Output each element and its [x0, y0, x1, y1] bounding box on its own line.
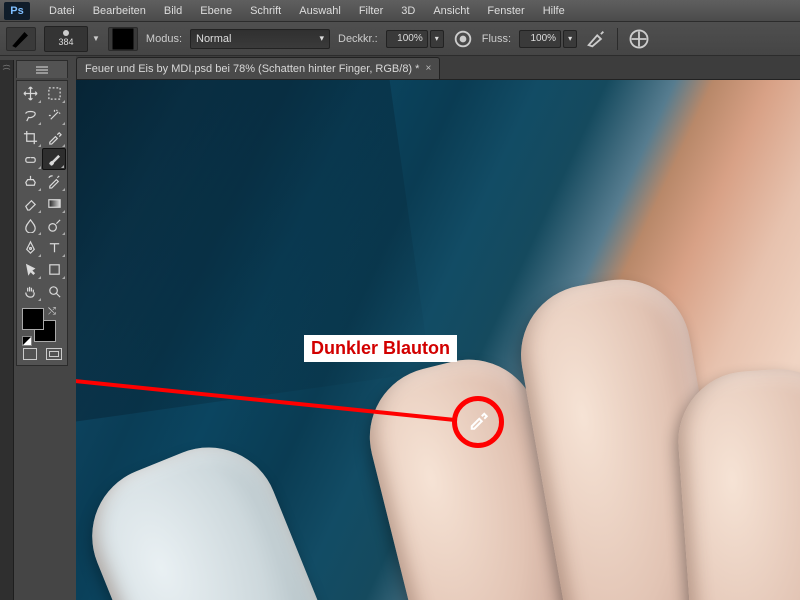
crop-tool[interactable] — [18, 126, 42, 148]
zoom-tool[interactable] — [42, 280, 66, 302]
history-brush-tool[interactable] — [42, 170, 66, 192]
pressure-size-icon[interactable] — [628, 29, 650, 49]
opacity-dropdown[interactable]: ▾ — [430, 30, 444, 48]
close-icon[interactable]: × — [425, 63, 431, 74]
brush-panel-toggle[interactable] — [108, 27, 138, 51]
screen-mode-toggle[interactable] — [46, 348, 62, 360]
menu-help[interactable]: Hilfe — [534, 5, 574, 17]
menu-file[interactable]: Datei — [40, 5, 84, 17]
menu-layer[interactable]: Ebene — [191, 5, 241, 17]
brush-preset-picker[interactable]: 384 — [44, 26, 88, 52]
eyedropper-tool[interactable] — [42, 126, 66, 148]
app-logo: Ps — [4, 2, 30, 20]
image-content — [674, 365, 800, 600]
menu-bar: Ps Datei Bearbeiten Bild Ebene Schrift A… — [0, 0, 800, 22]
pressure-opacity-icon[interactable] — [452, 29, 474, 49]
marquee-tool[interactable] — [42, 82, 66, 104]
gradient-tool[interactable] — [42, 192, 66, 214]
canvas[interactable]: Dunkler Blauton — [76, 80, 800, 600]
brush-tool[interactable] — [42, 148, 66, 170]
pen-tool[interactable] — [18, 236, 42, 258]
tool-panel-grip[interactable] — [16, 60, 68, 78]
swap-colors-icon[interactable]: ⤭ — [48, 306, 56, 317]
airbrush-icon[interactable] — [585, 29, 607, 49]
document-tab-title: Feuer und Eis by MDI.psd bei 78% (Schatt… — [85, 63, 419, 75]
tool-preset-picker[interactable] — [6, 27, 36, 51]
menu-filter[interactable]: Filter — [350, 5, 392, 17]
color-swatches: ⤭ — [18, 304, 66, 344]
flow-input[interactable]: 100% — [519, 30, 561, 48]
menu-edit[interactable]: Bearbeiten — [84, 5, 155, 17]
tool-panel: ⤭ — [16, 80, 68, 366]
menu-3d[interactable]: 3D — [392, 5, 424, 17]
menu-select[interactable]: Auswahl — [290, 5, 350, 17]
magic-wand-tool[interactable] — [42, 104, 66, 126]
opacity-label: Deckkr.: — [338, 33, 378, 45]
opacity-input[interactable]: 100% — [386, 30, 428, 48]
lasso-tool[interactable] — [18, 104, 42, 126]
document-tab-bar: Feuer und Eis by MDI.psd bei 78% (Schatt… — [76, 56, 800, 80]
move-tool[interactable] — [18, 82, 42, 104]
collapse-arrows-icon: ⟨⟨ — [2, 64, 11, 70]
flow-label: Fluss: — [482, 33, 511, 45]
quick-mask-row — [18, 344, 66, 364]
annotation-arrow — [76, 80, 500, 480]
grip-icon — [36, 69, 48, 71]
menu-window[interactable]: Fenster — [478, 5, 533, 17]
type-tool[interactable] — [42, 236, 66, 258]
quick-mask-toggle[interactable] — [23, 348, 37, 360]
document-tab[interactable]: Feuer und Eis by MDI.psd bei 78% (Schatt… — [76, 57, 440, 79]
blur-tool[interactable] — [18, 214, 42, 236]
dodge-tool[interactable] — [42, 214, 66, 236]
path-select-tool[interactable] — [18, 258, 42, 280]
blend-mode-label: Modus: — [146, 33, 182, 45]
flow-dropdown[interactable]: ▾ — [563, 30, 577, 48]
divider — [617, 28, 618, 50]
menu-view[interactable]: Ansicht — [424, 5, 478, 17]
foreground-color[interactable] — [22, 308, 44, 330]
panel-dock-strip[interactable]: ⟨⟨ — [0, 60, 14, 600]
hand-tool[interactable] — [18, 280, 42, 302]
default-colors-icon[interactable] — [22, 336, 32, 346]
options-bar: 384 ▼ Modus: Normal ▾ Deckkr.: 100% ▾ Fl… — [0, 22, 800, 56]
menu-type[interactable]: Schrift — [241, 5, 290, 17]
chevron-down-icon: ▾ — [319, 33, 324, 44]
eraser-tool[interactable] — [18, 192, 42, 214]
chevron-down-icon[interactable]: ▼ — [92, 34, 100, 43]
blend-mode-value: Normal — [196, 33, 231, 45]
brush-dot-icon — [63, 30, 69, 36]
blend-mode-select[interactable]: Normal ▾ — [190, 29, 330, 49]
brush-size-value: 384 — [58, 37, 73, 47]
shape-tool[interactable] — [42, 258, 66, 280]
clone-stamp-tool[interactable] — [18, 170, 42, 192]
healing-brush-tool[interactable] — [18, 148, 42, 170]
menu-image[interactable]: Bild — [155, 5, 191, 17]
